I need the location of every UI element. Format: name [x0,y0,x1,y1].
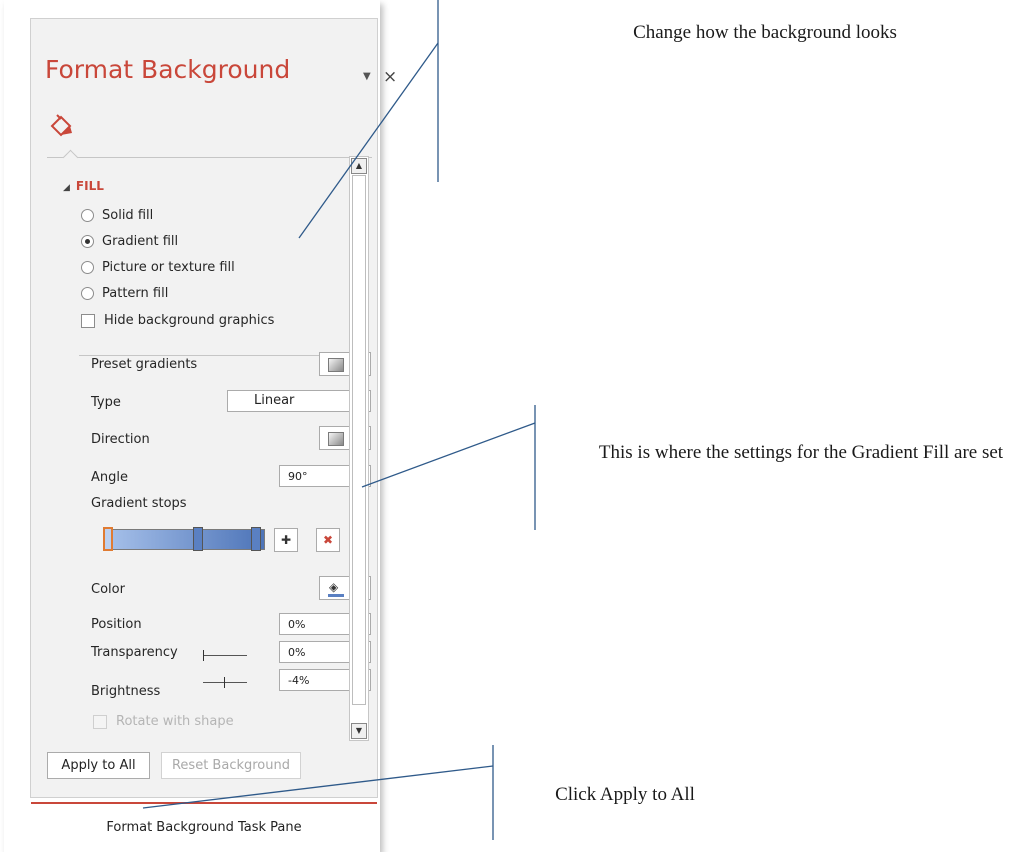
annotation-bottom: Click Apply to All [555,784,695,805]
annotation-middle: This is where the settings for the Gradi… [598,442,1004,463]
annotation-lines [142,0,536,840]
annotation-pointer-top [298,42,439,239]
annotation-pointer-middle [361,422,536,488]
annotation-pointer-bottom [142,765,494,809]
annotation-top: Change how the background looks [633,22,897,43]
